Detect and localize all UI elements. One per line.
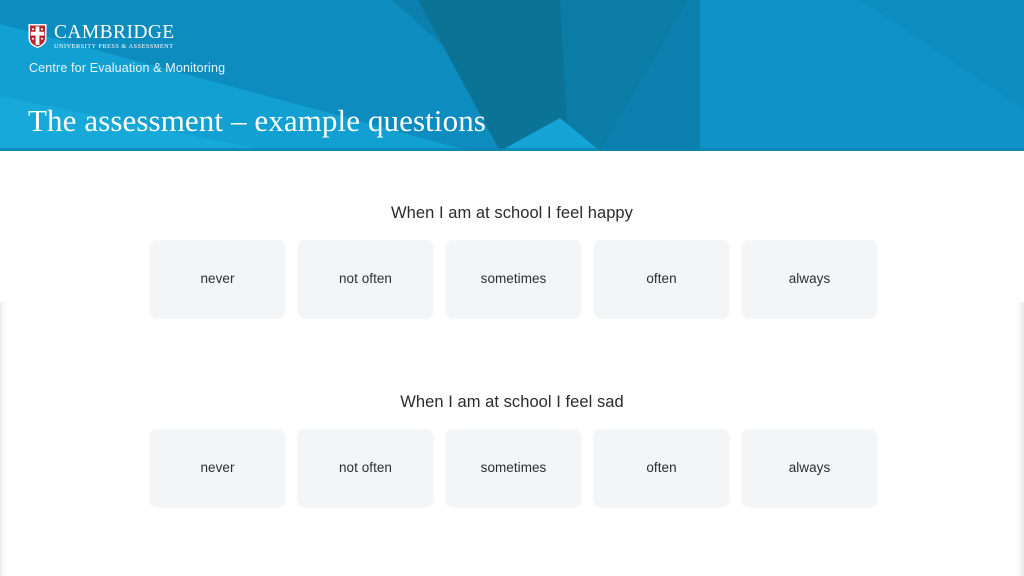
wordmark-cambridge: CAMBRIDGE xyxy=(54,22,175,43)
slide-title: The assessment – example questions xyxy=(28,103,486,138)
answer-option-label: often xyxy=(646,270,677,286)
answer-option-often[interactable]: often xyxy=(594,429,729,506)
centre-for-evaluation-and-monitoring-label: Centre for Evaluation & Monitoring xyxy=(29,61,226,75)
answer-option-often[interactable]: often xyxy=(594,240,729,317)
cambridge-logo: CAMBRIDGE UNIVERSITY PRESS & ASSESSMENT xyxy=(27,23,175,51)
answer-option-label: sometimes xyxy=(480,459,547,475)
answer-option-label: often xyxy=(646,459,677,475)
answer-option-label: not often xyxy=(339,459,392,475)
cambridge-wordmark: CAMBRIDGE UNIVERSITY PRESS & ASSESSMENT xyxy=(54,23,175,51)
answer-option-never[interactable]: never xyxy=(150,429,285,506)
answer-option-always[interactable]: always xyxy=(742,240,877,317)
slide-body: When I am at school I feel happy never no… xyxy=(0,151,1024,576)
answer-option-not-often[interactable]: not often xyxy=(298,429,433,506)
options-row: never not often sometimes often always xyxy=(0,240,1024,317)
answer-option-label: never xyxy=(200,459,235,475)
answer-option-sometimes[interactable]: sometimes xyxy=(446,429,581,506)
question-prompt: When I am at school I feel sad xyxy=(400,393,624,411)
question-prompt: When I am at school I feel happy xyxy=(391,204,633,222)
answer-option-not-often[interactable]: not often xyxy=(298,240,433,317)
answer-option-label: never xyxy=(200,270,235,286)
answer-option-label: always xyxy=(788,459,831,475)
question-block-sad: When I am at school I feel sad never not … xyxy=(0,392,1024,506)
answer-option-label: not often xyxy=(339,270,392,286)
answer-option-sometimes[interactable]: sometimes xyxy=(446,240,581,317)
answer-option-always[interactable]: always xyxy=(742,429,877,506)
slide-canvas: CAMBRIDGE UNIVERSITY PRESS & ASSESSMENT … xyxy=(0,0,1024,576)
slide-header-band: CAMBRIDGE UNIVERSITY PRESS & ASSESSMENT … xyxy=(0,0,1024,151)
answer-option-label: always xyxy=(788,270,831,286)
answer-option-never[interactable]: never xyxy=(150,240,285,317)
answer-option-label: sometimes xyxy=(480,270,547,286)
wordmark-university-press-assessment: UNIVERSITY PRESS & ASSESSMENT xyxy=(54,43,174,50)
options-row: never not often sometimes often always xyxy=(0,429,1024,506)
question-block-happy: When I am at school I feel happy never no… xyxy=(0,203,1024,317)
cambridge-crest-icon xyxy=(28,24,47,48)
